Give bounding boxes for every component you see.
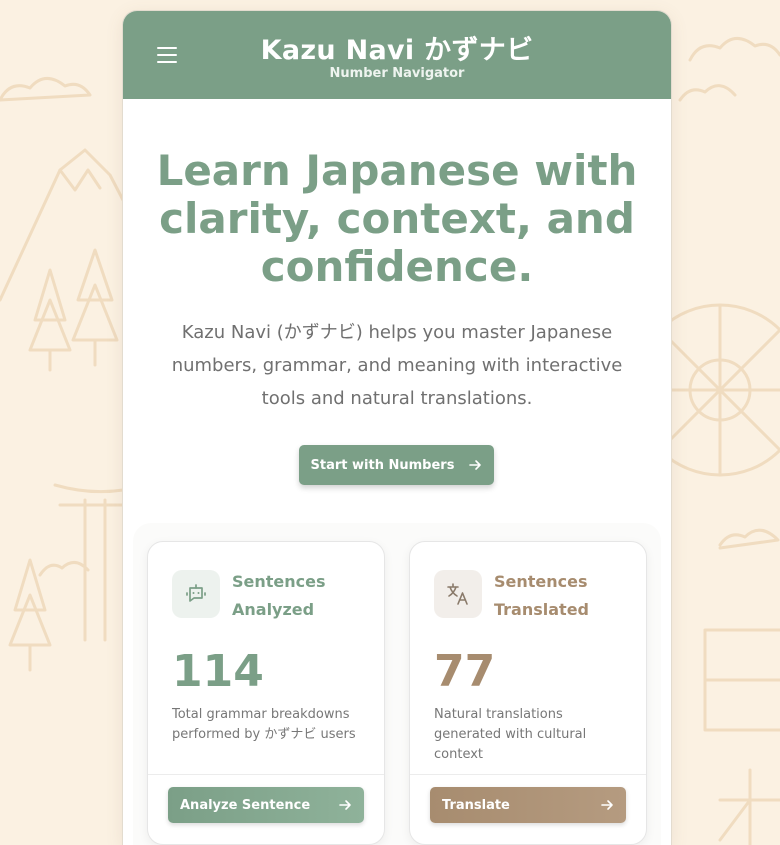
- arrow-right-icon: [601, 800, 613, 810]
- arrow-right-icon: [469, 460, 482, 470]
- robot-icon: [172, 570, 220, 618]
- hero-title: Learn Japanese with clarity, context, an…: [156, 146, 638, 291]
- app-frame: Kazu Navi かずナビ Number Navigator Learn Ja…: [123, 11, 671, 845]
- hero-description: Kazu Navi (かずナビ) helps you master Japane…: [171, 322, 623, 409]
- start-with-numbers-button[interactable]: Start with Numbers: [299, 445, 494, 485]
- app-header: Kazu Navi かずナビ Number Navigator: [123, 11, 671, 99]
- arrow-right-icon: [339, 800, 351, 810]
- sentences-analyzed-card: Sentences Analyzed 114 Total grammar bre…: [147, 541, 385, 845]
- card-title: Sentences Analyzed: [232, 572, 326, 619]
- card-title: Sentences Translated: [494, 572, 589, 619]
- brand-title: Kazu Navi かずナビ: [260, 35, 534, 66]
- cta-label: Start with Numbers: [310, 457, 455, 473]
- card-description: Natural translations generated with cult…: [434, 707, 587, 762]
- sentences-translated-count: 77: [434, 646, 496, 697]
- analyze-sentence-button[interactable]: Analyze Sentence: [168, 787, 364, 823]
- card-description: Total grammar breakdowns performed by かず…: [172, 707, 356, 742]
- sentences-analyzed-count: 114: [172, 646, 264, 697]
- button-label: Translate: [442, 797, 510, 813]
- button-label: Analyze Sentence: [180, 797, 311, 813]
- card-divider: [410, 774, 646, 775]
- sentences-translated-card: Sentences Translated 77 Natural translat…: [409, 541, 647, 845]
- translate-icon: [434, 570, 482, 618]
- translate-button[interactable]: Translate: [430, 787, 626, 823]
- brand-subtitle: Number Navigator: [329, 66, 465, 81]
- card-divider: [148, 774, 384, 775]
